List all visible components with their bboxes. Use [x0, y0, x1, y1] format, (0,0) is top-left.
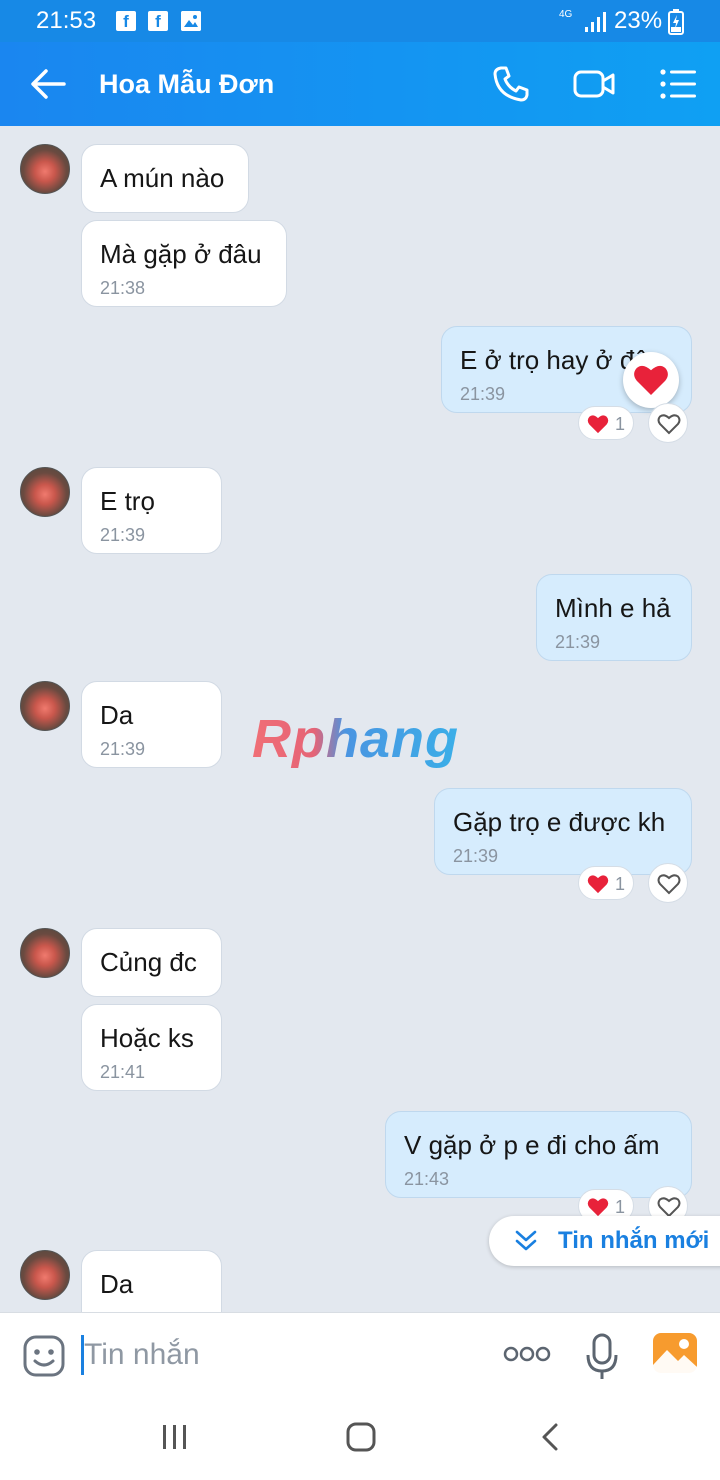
heart-outline-icon — [657, 414, 681, 435]
message-time: 21:38 — [100, 278, 146, 298]
react-button[interactable] — [648, 403, 688, 443]
double-chevron-down-icon — [515, 1230, 537, 1251]
avatar[interactable] — [20, 928, 70, 978]
avatar[interactable] — [20, 467, 70, 517]
facebook-icon: f — [116, 11, 136, 31]
battery-level: 23% — [614, 7, 663, 34]
message-text: Củng đc — [100, 947, 197, 977]
message-time: 21:39 — [555, 632, 601, 652]
watermark-logo: Rphang — [252, 709, 459, 769]
message-bubble-outgoing[interactable]: Mình e hả 21:39 — [536, 574, 692, 661]
message-text: Mình e hả — [555, 593, 671, 623]
image-icon — [181, 11, 201, 31]
message-time: 21:39 — [453, 846, 499, 866]
home-icon[interactable] — [346, 1422, 376, 1452]
system-nav-bar — [0, 1398, 720, 1480]
heart-outline-icon — [657, 874, 681, 895]
message-list[interactable]: A mún nào Mà gặp ở đâu 21:38 E ở trọ hay… — [0, 126, 720, 1312]
message-time: 21:39 — [100, 739, 146, 759]
message-text: E trọ — [100, 486, 155, 516]
message-bubble-incoming[interactable]: Củng đc — [81, 928, 222, 997]
phone-icon[interactable] — [489, 62, 533, 106]
contact-name[interactable]: Hoa Mẫu Đơn — [99, 69, 274, 100]
recent-apps-icon[interactable] — [160, 1422, 190, 1452]
back-arrow-icon[interactable] — [28, 66, 68, 102]
message-bubble-incoming[interactable]: Da 21:39 — [81, 681, 222, 768]
heart-icon — [587, 1198, 609, 1217]
message-time: 21:39 — [100, 525, 146, 545]
message-input[interactable] — [84, 1333, 464, 1377]
video-call-icon[interactable] — [572, 62, 616, 106]
react-button[interactable] — [648, 863, 688, 903]
message-bubble-incoming[interactable]: E trọ 21:39 — [81, 467, 222, 554]
message-bubble-incoming[interactable]: Mà gặp ở đâu 21:38 — [81, 220, 287, 307]
message-text: Gặp trọ e được kh — [453, 807, 666, 837]
status-time: 21:53 — [36, 7, 97, 34]
new-messages-label: Tin nhắn mới — [558, 1227, 710, 1254]
message-composer — [0, 1312, 720, 1398]
message-bubble-incoming[interactable]: A mún nào — [81, 144, 249, 213]
message-text: Hoặc ks — [100, 1023, 194, 1053]
heart-reaction-icon[interactable] — [623, 352, 679, 408]
sticker-emoji-icon[interactable] — [22, 1334, 66, 1378]
heart-outline-icon — [657, 1197, 681, 1218]
avatar[interactable] — [20, 1250, 70, 1300]
message-bubble-incoming[interactable]: Da — [81, 1250, 222, 1312]
chat-header: Hoa Mẫu Đơn — [0, 42, 720, 126]
message-text: A mún nào — [100, 163, 225, 193]
microphone-icon[interactable] — [585, 1333, 619, 1381]
reaction-count: 1 — [615, 414, 626, 434]
message-bubble-incoming[interactable]: Hoặc ks 21:41 — [81, 1004, 222, 1091]
heart-icon — [587, 415, 609, 434]
avatar[interactable] — [20, 681, 70, 731]
signal-icon — [585, 12, 606, 32]
status-bar: 21:53 f f 4G 23% — [0, 0, 720, 42]
menu-list-icon[interactable] — [656, 62, 700, 106]
message-text: Da — [100, 700, 134, 730]
reaction-count: 1 — [615, 1197, 626, 1217]
message-bubble-outgoing[interactable]: Gặp trọ e được kh 21:39 — [434, 788, 692, 875]
new-messages-button[interactable]: Tin nhắn mới — [489, 1216, 720, 1266]
message-text: Da — [100, 1269, 134, 1299]
message-bubble-outgoing[interactable]: V gặp ở p e đi cho ấm 21:43 — [385, 1111, 692, 1198]
battery-charging-icon — [668, 9, 684, 35]
message-text: V gặp ở p e đi cho ấm — [404, 1130, 660, 1160]
message-time: 21:41 — [100, 1062, 146, 1082]
message-text: Mà gặp ở đâu — [100, 239, 262, 269]
network-type: 4G — [559, 9, 573, 20]
photo-gallery-icon[interactable] — [652, 1332, 698, 1374]
heart-icon — [587, 875, 609, 894]
back-icon[interactable] — [538, 1422, 562, 1452]
avatar[interactable] — [20, 144, 70, 194]
facebook-icon: f — [148, 11, 168, 31]
reaction-summary[interactable]: 1 — [578, 866, 634, 900]
reaction-count: 1 — [615, 874, 626, 894]
more-options-icon[interactable] — [503, 1345, 551, 1363]
reaction-summary[interactable]: 1 — [578, 406, 634, 440]
message-time: 21:43 — [404, 1169, 450, 1189]
